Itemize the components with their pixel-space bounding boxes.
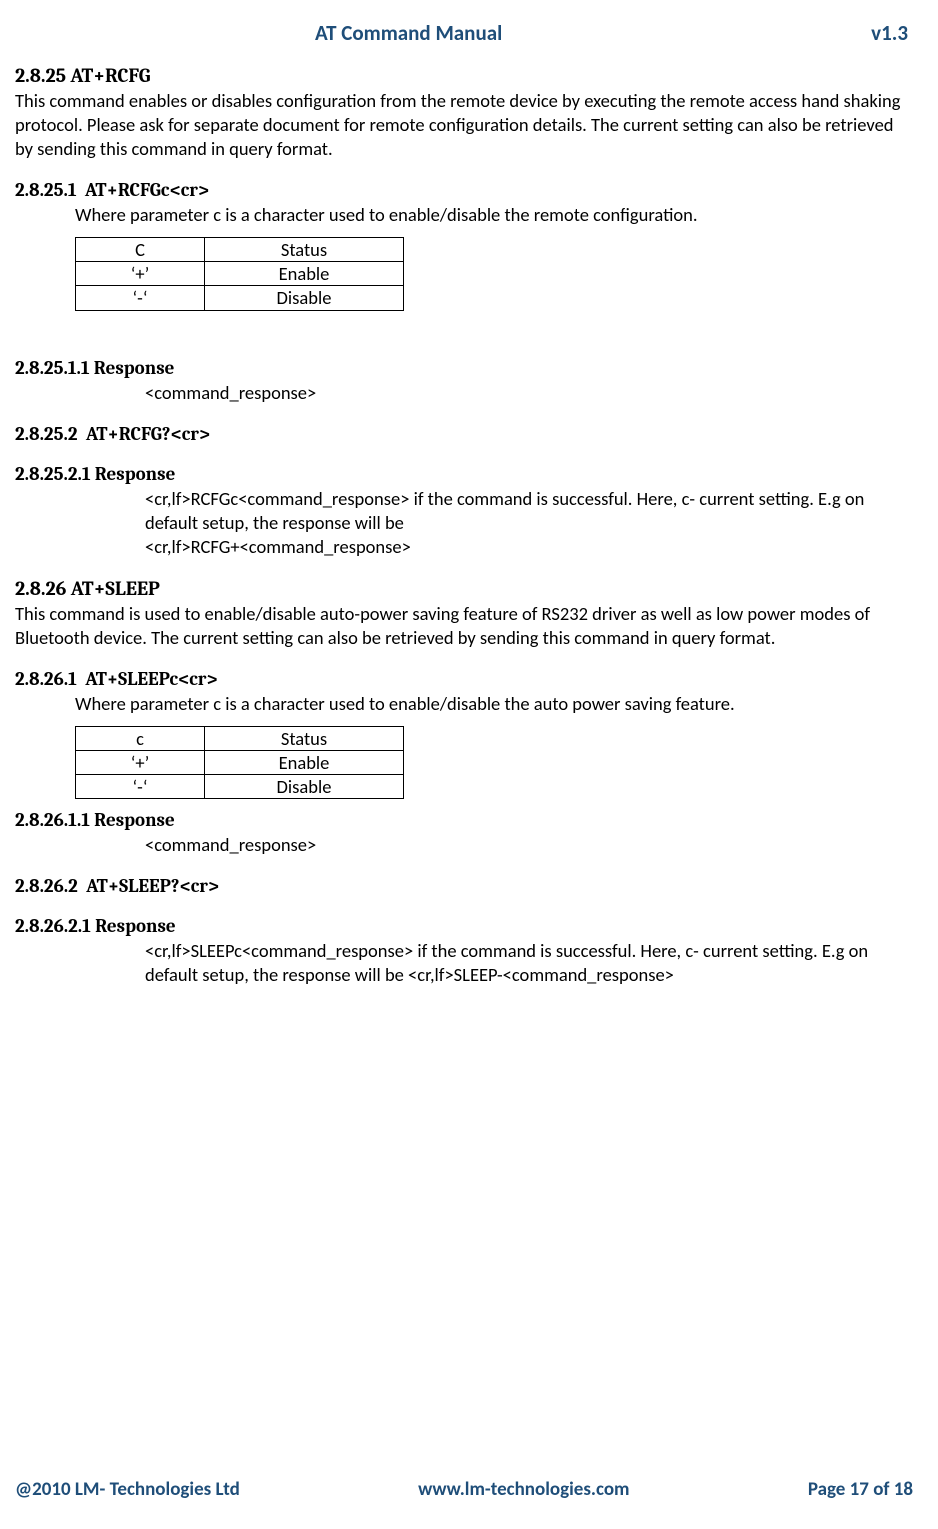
table-cell: Disable [205, 286, 404, 310]
table-cell: ‘-‘ [76, 775, 205, 799]
table-cell: ‘-‘ [76, 286, 205, 310]
page-header: AT Command Manual v1.3 [15, 20, 913, 46]
table-header-c: C [76, 238, 205, 262]
footer-url: www.lm-technologies.com [418, 1478, 629, 1501]
table-cell: Disable [205, 775, 404, 799]
table-header-c: c [76, 726, 205, 750]
heading-2-8-26-1: 2.8.26.1 AT+SLEEPc<cr> [15, 668, 913, 690]
table-header-status: Status [205, 726, 404, 750]
para-2-8-25: This command enables or disables configu… [15, 89, 913, 161]
table-cell: ‘+’ [76, 751, 205, 775]
para-2-8-26-1-1: <command_response> [15, 833, 913, 857]
heading-2-8-26-1-1: 2.8.26.1.1 Response [15, 809, 913, 831]
footer-copyright: @2010 LM- Technologies Ltd [15, 1478, 240, 1501]
doc-title: AT Command Manual [315, 20, 502, 46]
heading-2-8-26: 2.8.26 AT+SLEEP [15, 577, 913, 600]
heading-2-8-26-2: 2.8.26.2 AT+SLEEP?<cr> [15, 875, 913, 897]
page-footer: @2010 LM- Technologies Ltd www.lm-techno… [15, 1478, 913, 1501]
heading-2-8-25-1-1: 2.8.25.1.1 Response [15, 357, 913, 379]
para-2-8-25-2-1a: <cr,lf>RCFGc<command_response> if the co… [15, 487, 913, 535]
para-2-8-25-1-1: <command_response> [15, 381, 913, 405]
table-header-status: Status [205, 238, 404, 262]
para-2-8-26: This command is used to enable/disable a… [15, 602, 913, 650]
heading-2-8-25-2-1: 2.8.25.2.1 Response [15, 463, 913, 485]
para-2-8-26-2-1: <cr,lf>SLEEPc<command_response> if the c… [15, 939, 913, 987]
heading-2-8-25: 2.8.25 AT+RCFG [15, 64, 913, 87]
heading-2-8-25-1: 2.8.25.1 AT+RCFGc<cr> [15, 179, 913, 201]
table-cell: ‘+’ [76, 262, 205, 286]
heading-2-8-26-2-1: 2.8.26.2.1 Response [15, 915, 913, 937]
table-cell: Enable [205, 751, 404, 775]
para-2-8-26-1: Where parameter c is a character used to… [15, 692, 913, 716]
table-sleep-params: c Status ‘+’ Enable ‘-‘ Disable [75, 726, 404, 799]
footer-page-number: Page 17 of 18 [808, 1478, 913, 1501]
para-2-8-25-1: Where parameter c is a character used to… [15, 203, 913, 227]
table-cell: Enable [205, 262, 404, 286]
doc-version: v1.3 [871, 20, 908, 46]
para-2-8-25-2-1b: <cr,lf>RCFG+<command_response> [15, 535, 913, 559]
table-rcfg-params: C Status ‘+’ Enable ‘-‘ Disable [75, 237, 404, 310]
heading-2-8-25-2: 2.8.25.2 AT+RCFG?<cr> [15, 423, 913, 445]
